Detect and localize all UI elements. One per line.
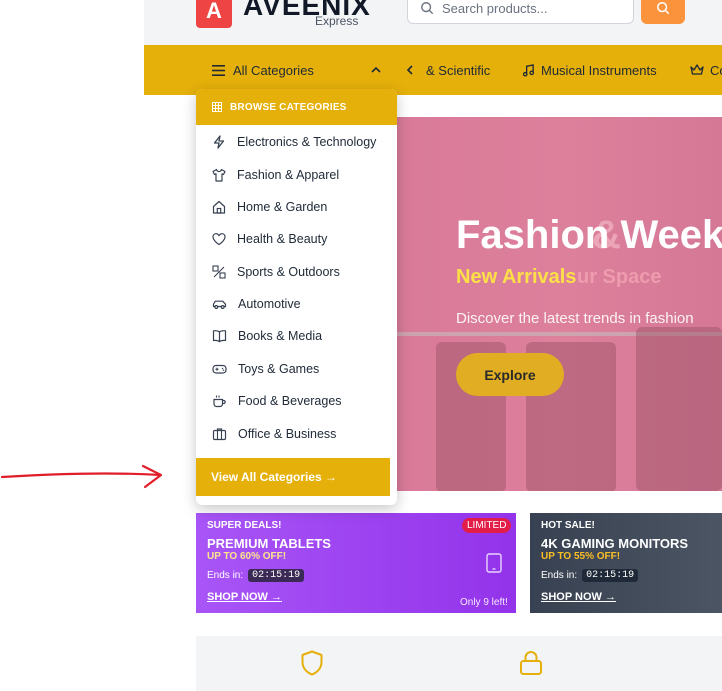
- sports-icon: [212, 265, 226, 279]
- category-item-automotive[interactable]: Automotive: [196, 288, 397, 320]
- hero-subtitle: New Arrivals: [456, 266, 577, 288]
- category-item-books-media[interactable]: Books & Media: [196, 320, 397, 352]
- chevron-left-icon[interactable]: [404, 64, 416, 76]
- dropdown-heading: BROWSE CATEGORIES: [230, 101, 347, 113]
- nav-link-label: & Scientific: [426, 62, 491, 78]
- view-all-categories-button[interactable]: View All Categories →: [196, 458, 390, 496]
- countdown-timer: 02:15:19: [582, 569, 639, 582]
- hero-title: Fashion Week: [456, 213, 722, 257]
- category-label: Sports & Outdoors: [237, 265, 340, 279]
- tablet-icon: [486, 553, 502, 573]
- deal-countdown: Ends in: 02:15:19: [541, 569, 639, 582]
- category-item-health-beauty[interactable]: Health & Beauty: [196, 223, 397, 255]
- lock-icon: [520, 651, 542, 675]
- lightning-icon: [213, 135, 225, 149]
- deal-title: 4K GAMING MONITORS: [541, 536, 689, 551]
- category-label: Health & Beauty: [237, 232, 328, 246]
- gamepad-icon: [212, 364, 227, 374]
- category-label: Home & Garden: [237, 200, 328, 214]
- category-label: Electronics & Technology: [237, 135, 377, 149]
- shirt-icon: [212, 168, 226, 182]
- nav-link-scientific[interactable]: & Scientific: [426, 45, 490, 95]
- shield-icon: [301, 650, 323, 676]
- logo-badge[interactable]: A: [196, 0, 232, 28]
- countdown-label: Ends in:: [541, 570, 578, 581]
- deal-discount: UP TO 60% OFF!: [207, 551, 287, 562]
- search-button[interactable]: [641, 0, 685, 24]
- hero-transition-ghost-subtitle: ur Space: [577, 266, 662, 288]
- category-item-office-business[interactable]: Office & Business: [196, 418, 397, 450]
- coffee-icon: [213, 395, 226, 408]
- screenshot: A AVEENIX Express All Categories & Scien…: [0, 0, 722, 691]
- hero-clothing: [636, 327, 722, 491]
- search-box: [407, 0, 634, 24]
- category-label: Food & Beverages: [238, 394, 342, 408]
- header: A AVEENIX Express: [144, 0, 722, 45]
- nav-link-musical-instruments[interactable]: Musical Instruments: [522, 45, 657, 95]
- home-icon: [212, 200, 226, 214]
- menu-icon: [212, 64, 225, 76]
- nav-link-collectibles[interactable]: Co: [690, 45, 722, 95]
- limited-badge: LIMITED: [462, 518, 512, 533]
- category-item-home-garden[interactable]: Home & Garden: [196, 191, 397, 223]
- deal-tag: HOT SALE!: [541, 520, 595, 531]
- countdown-timer: 02:15:19: [248, 569, 305, 582]
- annotation-arrow-icon: [0, 464, 163, 489]
- countdown-label: Ends in:: [207, 570, 244, 581]
- car-icon: [212, 300, 227, 310]
- category-label: Office & Business: [238, 427, 337, 441]
- category-item-fashion[interactable]: Fashion & Apparel: [196, 159, 397, 191]
- deal-discount: UP TO 55% OFF!: [541, 551, 621, 562]
- category-item-food-beverages[interactable]: Food & Beverages: [196, 385, 397, 417]
- logo-subtitle: Express: [315, 14, 359, 28]
- category-label: Books & Media: [238, 329, 323, 343]
- category-item-toys-games[interactable]: Toys & Games: [196, 353, 397, 385]
- category-item-electronics[interactable]: Electronics & Technology: [196, 126, 397, 158]
- page-margin: [0, 0, 144, 691]
- heart-icon: [212, 233, 226, 246]
- deal-countdown: Ends in: 02:15:19: [207, 569, 305, 582]
- dropdown-header: BROWSE CATEGORIES: [196, 89, 397, 125]
- shop-now-link[interactable]: SHOP NOW →: [541, 591, 616, 603]
- search-icon: [656, 1, 670, 15]
- grid-icon: [212, 102, 222, 112]
- deal-card-monitors[interactable]: HOT SALE! 4K GAMING MONITORS UP TO 55% O…: [530, 513, 722, 613]
- category-label: Toys & Games: [238, 362, 320, 376]
- all-categories-label: All Categories: [233, 62, 314, 78]
- category-navbar: All Categories & Scientific Musical Inst…: [144, 45, 722, 95]
- deal-card-tablets[interactable]: SUPER DEALS! PREMIUM TABLETS UP TO 60% O…: [196, 513, 516, 613]
- categories-dropdown: BROWSE CATEGORIES Electronics & Technolo…: [196, 89, 397, 505]
- deal-title: PREMIUM TABLETS: [207, 536, 331, 551]
- stock-count: Only 9 left!: [460, 597, 508, 608]
- music-note-icon: [522, 63, 535, 77]
- nav-link-label: Co: [710, 62, 722, 78]
- briefcase-icon: [212, 428, 227, 441]
- category-item-sports-outdoors[interactable]: Sports & Outdoors: [196, 256, 397, 288]
- category-label: Automotive: [238, 297, 301, 311]
- nav-link-label: Musical Instruments: [541, 62, 657, 78]
- book-icon: [212, 330, 227, 343]
- crown-icon: [690, 64, 704, 75]
- hero-description: Discover the latest trends in fashion: [456, 310, 694, 327]
- all-categories-button[interactable]: All Categories: [212, 45, 314, 95]
- features-strip: [196, 636, 722, 691]
- category-label: Fashion & Apparel: [237, 168, 340, 182]
- deal-tag: SUPER DEALS!: [207, 520, 282, 531]
- explore-button[interactable]: Explore: [456, 353, 564, 396]
- search-icon: [421, 2, 434, 15]
- shop-now-link[interactable]: SHOP NOW →: [207, 591, 282, 603]
- search-input[interactable]: [442, 0, 622, 19]
- chevron-up-icon[interactable]: [370, 64, 382, 76]
